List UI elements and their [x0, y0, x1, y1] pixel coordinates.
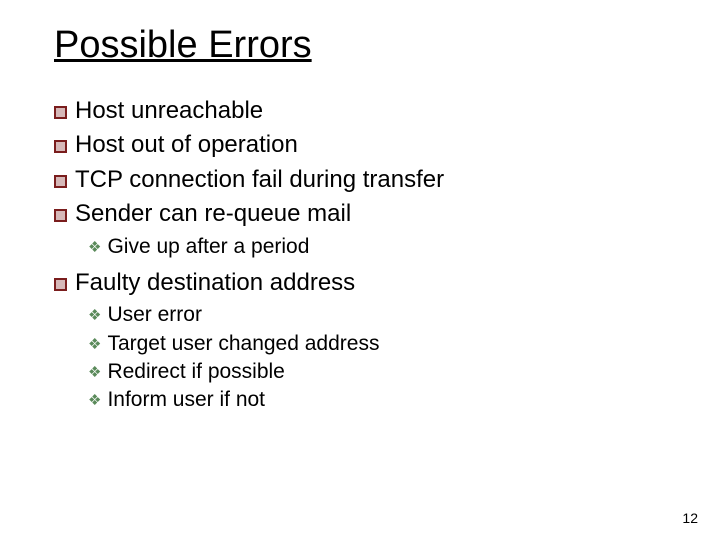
- list-item: ❖ Redirect if possible: [88, 358, 666, 386]
- sub-list: ❖ Give up after a period: [88, 233, 666, 261]
- list-item: ❖ Give up after a period: [88, 233, 666, 261]
- slide-title: Possible Errors: [54, 24, 666, 67]
- square-bullet-icon: [54, 209, 67, 222]
- bullet-text: Host unreachable: [75, 97, 263, 124]
- slide: Possible Errors Host unreachable Host ou…: [0, 0, 720, 540]
- bullet-text: TCP connection fail during transfer: [75, 166, 444, 193]
- list-item: Sender can re-queue mail ❖ Give up after …: [54, 198, 666, 261]
- square-bullet-icon: [54, 278, 67, 291]
- page-number: 12: [682, 510, 698, 526]
- diamond-bullet-icon: ❖: [88, 335, 101, 355]
- bullet-text: Host out of operation: [75, 131, 298, 158]
- bullet-text: Give up after a period: [107, 235, 309, 258]
- bullet-text: Sender can re-queue mail: [75, 200, 351, 227]
- diamond-bullet-icon: ❖: [88, 306, 101, 326]
- diamond-bullet-icon: ❖: [88, 238, 101, 258]
- list-item: ❖ User error: [88, 301, 666, 329]
- bullet-text: User error: [107, 303, 202, 326]
- list-item: Host unreachable: [54, 95, 666, 127]
- square-bullet-icon: [54, 140, 67, 153]
- bullet-text: Redirect if possible: [107, 360, 284, 383]
- diamond-bullet-icon: ❖: [88, 391, 101, 411]
- list-item: Host out of operation: [54, 129, 666, 161]
- list-item: ❖ Inform user if not: [88, 386, 666, 414]
- square-bullet-icon: [54, 106, 67, 119]
- list-item: ❖ Target user changed address: [88, 330, 666, 358]
- diamond-bullet-icon: ❖: [88, 363, 101, 383]
- bullet-text: Faulty destination address: [75, 269, 355, 296]
- list-item: TCP connection fail during transfer: [54, 164, 666, 196]
- bullet-text: Target user changed address: [107, 332, 379, 355]
- square-bullet-icon: [54, 175, 67, 188]
- bullet-text: Inform user if not: [107, 388, 265, 411]
- list-item: Faulty destination address ❖ User error ❖…: [54, 267, 666, 415]
- bullet-list: Host unreachable Host out of operation T…: [54, 95, 666, 415]
- sub-list: ❖ User error ❖ Target user changed address…: [88, 301, 666, 414]
